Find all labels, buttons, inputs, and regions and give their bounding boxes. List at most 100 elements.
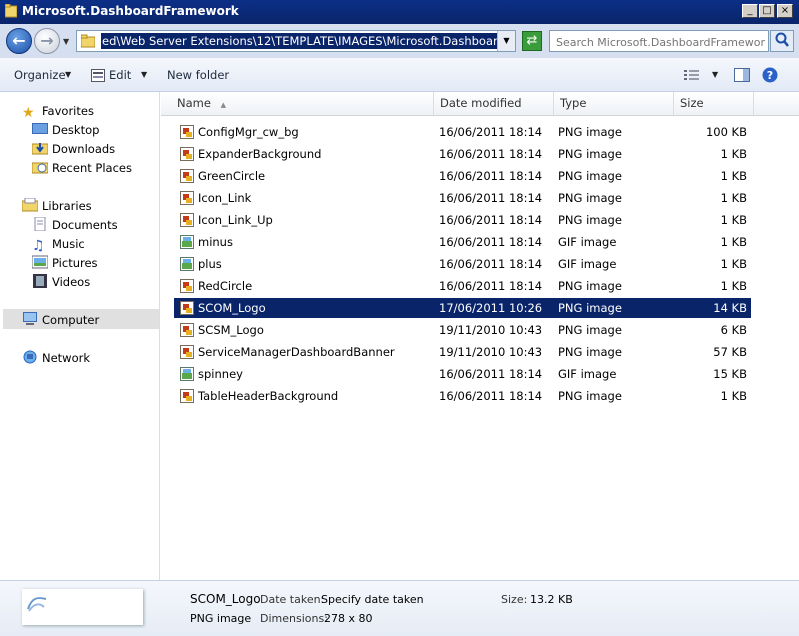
nav-item-pictures[interactable]: Pictures	[32, 254, 98, 272]
nav-item-downloads[interactable]: Downloads	[32, 140, 115, 158]
refresh-icon: ⇄	[526, 33, 538, 48]
refresh-button[interactable]: ⇄	[522, 31, 542, 51]
minimize-button[interactable]: _	[742, 4, 758, 18]
nav-label: Downloads	[52, 142, 116, 156]
nav-item-documents[interactable]: Documents	[32, 216, 118, 234]
downloads-folder-icon	[32, 143, 48, 155]
table-row[interactable]: ServiceManagerDashboardBanner 19/11/2010 …	[174, 342, 751, 362]
nav-label: Pictures	[52, 256, 98, 270]
close-button[interactable]: ×	[777, 4, 793, 18]
address-row: ← → ▼ ed\Web Server Extensions\12\TEMPLA…	[0, 24, 799, 58]
search-button[interactable]	[770, 30, 794, 52]
nav-network[interactable]: Network	[22, 349, 90, 367]
nav-label: Desktop	[52, 123, 100, 137]
file-type: PNG image	[558, 191, 622, 205]
table-row[interactable]: spinney 16/06/2011 18:14 GIF image 15 KB	[174, 364, 751, 384]
explorer-window: Microsoft.DashboardFramework _ □ × ← → ▼…	[0, 0, 799, 636]
details-dimensions-label: Dimensions:	[260, 612, 328, 625]
nav-item-recent-places[interactable]: Recent Places	[32, 159, 132, 177]
file-type: PNG image	[558, 213, 622, 227]
table-row[interactable]: GreenCircle 16/06/2011 18:14 PNG image 1 KB	[174, 166, 751, 186]
file-name: Icon_Link_Up	[198, 213, 273, 227]
file-date-modified: 19/11/2010 10:43	[439, 345, 543, 359]
table-row[interactable]: Icon_Link_Up 16/06/2011 18:14 PNG image 1 K…	[174, 210, 751, 230]
gif-file-icon	[180, 257, 194, 271]
navigation-pane: ★ Favorites Desktop Downloads Recent Plac…	[0, 92, 160, 580]
png-file-icon	[180, 279, 194, 293]
column-header-type[interactable]: Type	[554, 92, 674, 115]
nav-computer[interactable]: Computer	[22, 311, 99, 329]
table-row[interactable]: Icon_Link 16/06/2011 18:14 PNG image 1 KB	[174, 188, 751, 208]
organize-dropdown-icon[interactable]: ▼	[65, 70, 71, 79]
maximize-button[interactable]: □	[759, 4, 775, 18]
search-box[interactable]	[549, 30, 769, 52]
search-input[interactable]	[554, 32, 768, 52]
file-date-modified: 16/06/2011 18:14	[439, 367, 543, 381]
file-size: 1 KB	[720, 389, 747, 403]
file-size: 1 KB	[720, 279, 747, 293]
organize-button[interactable]: Organize	[14, 68, 66, 82]
details-size-label: Size:	[501, 593, 528, 606]
views-dropdown-icon[interactable]: ▼	[712, 70, 718, 79]
file-date-modified: 19/11/2010 10:43	[439, 323, 543, 337]
table-row[interactable]: RedCircle 16/06/2011 18:14 PNG image 1 KB	[174, 276, 751, 296]
details-date-taken-value[interactable]: Specify date taken	[321, 593, 424, 606]
help-icon[interactable]: ?	[762, 67, 778, 83]
png-file-icon	[180, 125, 194, 139]
file-name: plus	[198, 257, 222, 271]
address-dropdown-icon[interactable]: ▼	[497, 31, 515, 51]
png-file-icon	[180, 169, 194, 183]
network-icon	[23, 350, 37, 364]
forward-button[interactable]: →	[34, 28, 60, 54]
preview-pane-icon[interactable]	[734, 68, 750, 82]
table-row-selected[interactable]: SCOM_Logo 17/06/2011 10:26 PNG image 14 KB	[174, 298, 751, 318]
file-name: RedCircle	[198, 279, 253, 293]
nav-item-music[interactable]: ♫ Music	[32, 235, 85, 253]
nav-label: Recent Places	[52, 161, 132, 175]
file-name: TableHeaderBackground	[198, 389, 339, 403]
table-row[interactable]: minus 16/06/2011 18:14 GIF image 1 KB	[174, 232, 751, 252]
column-header-size[interactable]: Size	[674, 92, 754, 115]
details-file-name: SCOM_Logo	[190, 592, 261, 606]
file-date-modified: 16/06/2011 18:14	[439, 147, 543, 161]
table-row[interactable]: ConfigMgr_cw_bg 16/06/2011 18:14 PNG image…	[174, 122, 751, 142]
file-size: 1 KB	[720, 257, 747, 271]
recent-pages-dropdown-icon[interactable]: ▼	[63, 37, 69, 46]
new-folder-button[interactable]: New folder	[167, 68, 229, 82]
file-date-modified: 16/06/2011 18:14	[439, 213, 543, 227]
png-file-icon	[180, 345, 194, 359]
table-row[interactable]: plus 16/06/2011 18:14 GIF image 1 KB	[174, 254, 751, 274]
details-date-taken-label: Date taken:	[260, 593, 325, 606]
table-row[interactable]: TableHeaderBackground 16/06/2011 18:14 PNG…	[174, 386, 751, 406]
png-file-icon	[180, 213, 194, 227]
nav-item-videos[interactable]: Videos	[32, 273, 90, 291]
nav-label: Videos	[52, 275, 91, 289]
back-button[interactable]: ←	[6, 28, 32, 54]
edit-dropdown-icon[interactable]: ▼	[141, 70, 147, 79]
file-type: PNG image	[558, 125, 622, 139]
gif-file-icon	[180, 367, 194, 381]
file-date-modified: 16/06/2011 18:14	[439, 169, 543, 183]
nav-item-desktop[interactable]: Desktop	[32, 121, 99, 139]
address-bar[interactable]: ed\Web Server Extensions\12\TEMPLATE\IMA…	[76, 30, 516, 52]
scom-logo-icon	[27, 597, 47, 612]
address-path[interactable]: ed\Web Server Extensions\12\TEMPLATE\IMA…	[101, 33, 497, 49]
nav-label: Computer	[42, 313, 100, 327]
table-row[interactable]: ExpanderBackground 16/06/2011 18:14 PNG im…	[174, 144, 751, 164]
recent-places-icon	[32, 162, 48, 174]
file-type: PNG image	[558, 345, 622, 359]
column-header-date-modified[interactable]: Date modified	[434, 92, 554, 115]
nav-favorites[interactable]: ★ Favorites	[22, 102, 94, 120]
column-header-name[interactable]: Name ▲	[171, 92, 434, 115]
window-title: Microsoft.DashboardFramework	[22, 4, 239, 18]
title-bar[interactable]: Microsoft.DashboardFramework _ □ ×	[0, 0, 799, 24]
file-type: PNG image	[558, 279, 622, 293]
file-size: 1 KB	[720, 147, 747, 161]
views-icon[interactable]	[684, 69, 700, 81]
table-row[interactable]: SCSM_Logo 19/11/2010 10:43 PNG image 6 KB	[174, 320, 751, 340]
file-date-modified: 16/06/2011 18:14	[439, 191, 543, 205]
nav-libraries[interactable]: Libraries	[22, 197, 92, 215]
edit-button[interactable]: Edit	[109, 68, 131, 82]
png-file-icon	[180, 147, 194, 161]
file-size: 14 KB	[713, 301, 747, 315]
